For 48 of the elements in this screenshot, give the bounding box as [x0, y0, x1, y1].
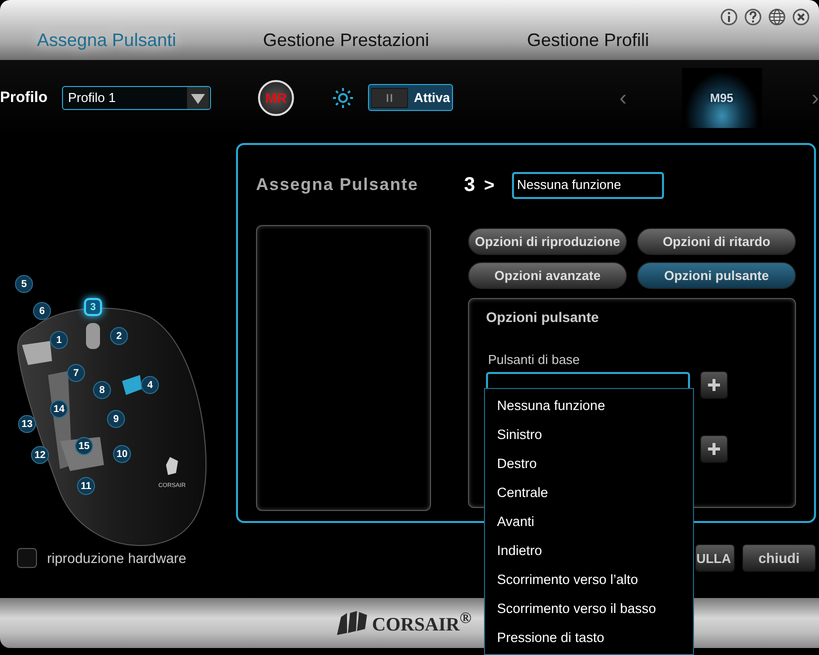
options-title: Opzioni pulsante — [486, 309, 600, 325]
device-thumbnail[interactable]: M95 — [682, 68, 762, 128]
profile-label: Profilo — [0, 89, 48, 106]
globe-icon[interactable] — [768, 8, 786, 26]
mouse-button-marker[interactable]: 12 — [31, 446, 49, 464]
plus-icon — [707, 442, 721, 456]
info-icon[interactable] — [720, 8, 738, 26]
brand-logo: CORSAIR$^{®}$ — [335, 609, 472, 637]
menu-item[interactable]: Avanti — [485, 507, 693, 536]
mouse-button-marker[interactable]: 5 — [15, 275, 33, 293]
mouse-button-marker[interactable]: 13 — [18, 415, 36, 433]
cancel-button[interactable]: ULLA — [695, 544, 735, 572]
close-icon[interactable] — [792, 8, 810, 26]
checkbox-label: riproduzione hardware — [47, 550, 186, 566]
help-icon[interactable] — [744, 8, 762, 26]
menu-item[interactable]: Centrale — [485, 478, 693, 507]
menu-item[interactable]: Indietro — [485, 536, 693, 565]
lighting-toggle[interactable]: Attiva — [368, 84, 453, 111]
tab[interactable]: Gestione Profili — [527, 30, 650, 51]
checkbox[interactable] — [17, 548, 37, 568]
brightness-icon[interactable] — [332, 86, 354, 108]
option-button[interactable]: Opzioni di riproduzione — [468, 228, 627, 255]
menu-item[interactable]: Sinistro — [485, 420, 693, 449]
option-button[interactable]: Opzioni di ritardo — [637, 228, 796, 255]
menu-item[interactable]: Nessuna funzione — [485, 391, 693, 420]
option-button[interactable]: Opzioni avanzate — [468, 262, 627, 289]
menu-item[interactable]: Scorrimento verso l’alto — [485, 565, 693, 594]
field-label: Pulsanti di base — [487, 352, 581, 367]
button-number: 3 — [464, 174, 476, 196]
next-device-button[interactable]: › — [812, 84, 819, 110]
panel-title: Assegna Pulsante — [256, 175, 420, 195]
menu-item[interactable]: Scorrimento verso il basso — [485, 594, 693, 623]
add-button[interactable] — [700, 371, 728, 399]
function-field[interactable]: Nessuna funzione — [512, 172, 664, 198]
menu-item[interactable]: Pressione di tasto — [485, 623, 693, 652]
profile-dropdown[interactable]: Profilo 1 — [62, 86, 211, 110]
mouse-button-marker[interactable]: 6 — [33, 302, 51, 320]
add-button[interactable] — [700, 435, 728, 463]
plus-icon — [707, 378, 721, 392]
caret-icon[interactable] — [187, 86, 209, 108]
arrow-label: > — [484, 174, 496, 196]
menu-item[interactable]: Destro — [485, 449, 693, 478]
previous-device-button[interactable]: ‹ — [619, 84, 627, 110]
close-button[interactable]: chiudi — [742, 544, 816, 572]
option-button[interactable]: Opzioni pulsante — [637, 262, 796, 289]
mouse-button-marker[interactable]: 3 — [84, 298, 102, 316]
switch-handle[interactable] — [371, 88, 408, 108]
tab[interactable]: Gestione Prestazioni — [263, 30, 527, 51]
